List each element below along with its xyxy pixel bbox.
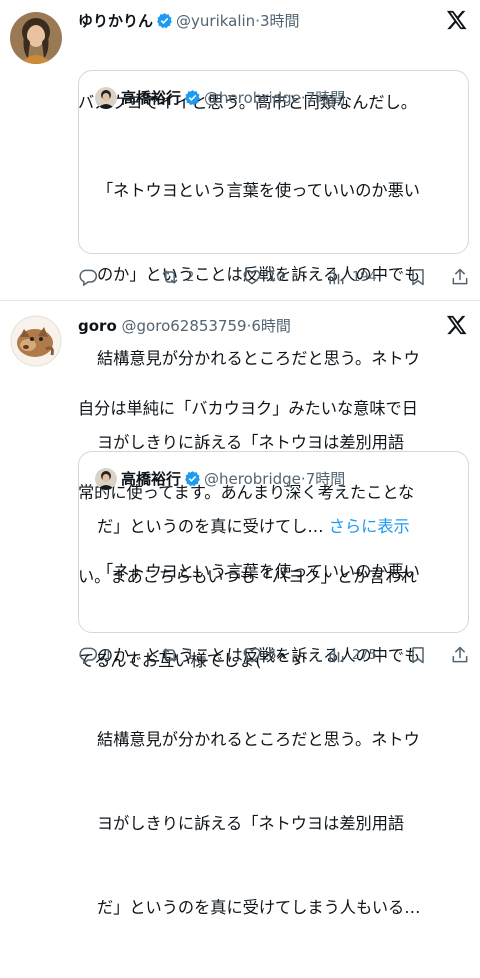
quote-display-name: 高橋裕行 [121, 470, 182, 488]
retweet-icon [162, 648, 178, 662]
tweet-header: goro @goro62853759·6時間 [78, 315, 291, 337]
views-button[interactable]: 194 [326, 265, 377, 289]
like-icon [243, 647, 261, 663]
retweet-button[interactable]: 2 [160, 265, 194, 289]
quote-display-name: 高橋裕行 [121, 89, 182, 107]
x-logo-icon [446, 8, 468, 38]
share-button[interactable] [450, 265, 476, 289]
x-logo-icon [446, 313, 468, 343]
like-count: 6 [268, 647, 277, 663]
like-count: 10 [268, 269, 285, 285]
reply-button[interactable] [78, 265, 104, 289]
bookmark-icon [412, 647, 424, 664]
quote-timestamp: 7時間 [305, 470, 346, 488]
text-line: 自分は単純に「バカウヨク」みたいな意味で日 [78, 399, 418, 418]
share-icon [452, 268, 468, 285]
quote-handle: @herobridge [204, 89, 301, 107]
views-icon [329, 647, 344, 663]
tweet[interactable]: ゆりかりん @yurikalin·3時間 バカウヨでイイと思う。高市と同類なんだし… [0, 0, 480, 536]
quote-avatar [95, 468, 117, 490]
verified-badge-icon [156, 12, 173, 35]
like-button[interactable]: 10 [242, 265, 285, 289]
bookmark-icon [412, 269, 424, 286]
avatar[interactable] [10, 315, 62, 367]
text-line: 「ネトウヨという言葉を使っていいのか悪い [97, 181, 420, 200]
quote-header: 高橋裕行 @herobridge·7時間 [95, 468, 345, 493]
quote-avatar [95, 87, 117, 109]
display-name[interactable]: ゆりかりん [78, 12, 153, 30]
reply-icon [79, 647, 98, 665]
views-icon [329, 269, 344, 285]
text-line: だ」というのを真に受けてしまう人もいる… [97, 898, 421, 917]
timestamp[interactable]: 6時間 [251, 317, 291, 335]
like-icon [243, 269, 261, 285]
quoted-tweet[interactable]: 高橋裕行 @herobridge·7時間 「ネトウヨという言葉を使っていいのか悪い… [78, 451, 469, 917]
handle[interactable]: @yurikalin [176, 12, 255, 30]
quote-handle: @herobridge [204, 470, 301, 488]
handle[interactable]: @goro62853759 [122, 317, 247, 335]
quote-timestamp: 7時間 [305, 89, 346, 107]
tweet-header: ゆりかりん @yurikalin·3時間 [78, 10, 300, 35]
quote-text: 「ネトウヨという言葉を使っていいのか悪い のか」ということは反戦を訴える人の中で… [97, 502, 420, 978]
like-button[interactable]: 6 [242, 643, 276, 667]
retweet-button[interactable]: 1 [160, 643, 194, 667]
bookmark-button[interactable] [408, 265, 434, 289]
quote-header: 高橋裕行 @herobridge·7時間 [95, 87, 345, 112]
share-icon [452, 646, 468, 663]
views-button[interactable]: 275 [326, 643, 377, 667]
reply-icon [79, 269, 98, 287]
verified-badge-icon [184, 89, 201, 112]
retweet-count: 1 [186, 647, 195, 663]
display-name[interactable]: goro [78, 317, 117, 335]
text-line: ヨがしきりに訴える「ネトウヨは差別用語 [97, 814, 405, 833]
reply-count: 1 [104, 647, 113, 663]
tweet[interactable]: goro @goro62853759·6時間 自分は単純に「バカウヨク」みたいな… [0, 301, 480, 917]
view-count: 194 [352, 269, 377, 285]
avatar[interactable] [10, 12, 62, 64]
verified-badge-icon [184, 470, 201, 493]
share-button[interactable] [450, 643, 476, 667]
timestamp[interactable]: 3時間 [260, 12, 300, 30]
bookmark-button[interactable] [408, 643, 434, 667]
retweet-count: 2 [186, 269, 195, 285]
action-bar: 2 10 194 [78, 265, 470, 289]
view-count: 275 [352, 647, 377, 663]
quoted-tweet[interactable]: 高橋裕行 @herobridge·7時間 「ネトウヨという言葉を使っていいのか悪い… [78, 70, 469, 536]
text-line: 結構意見が分かれるところだと思う。ネトウ [97, 730, 420, 749]
retweet-icon [162, 270, 178, 284]
reply-button[interactable]: 1 [78, 643, 112, 667]
action-bar: 1 1 6 275 [78, 643, 470, 667]
text-line: 「ネトウヨという言葉を使っていいのか悪い [97, 562, 420, 581]
